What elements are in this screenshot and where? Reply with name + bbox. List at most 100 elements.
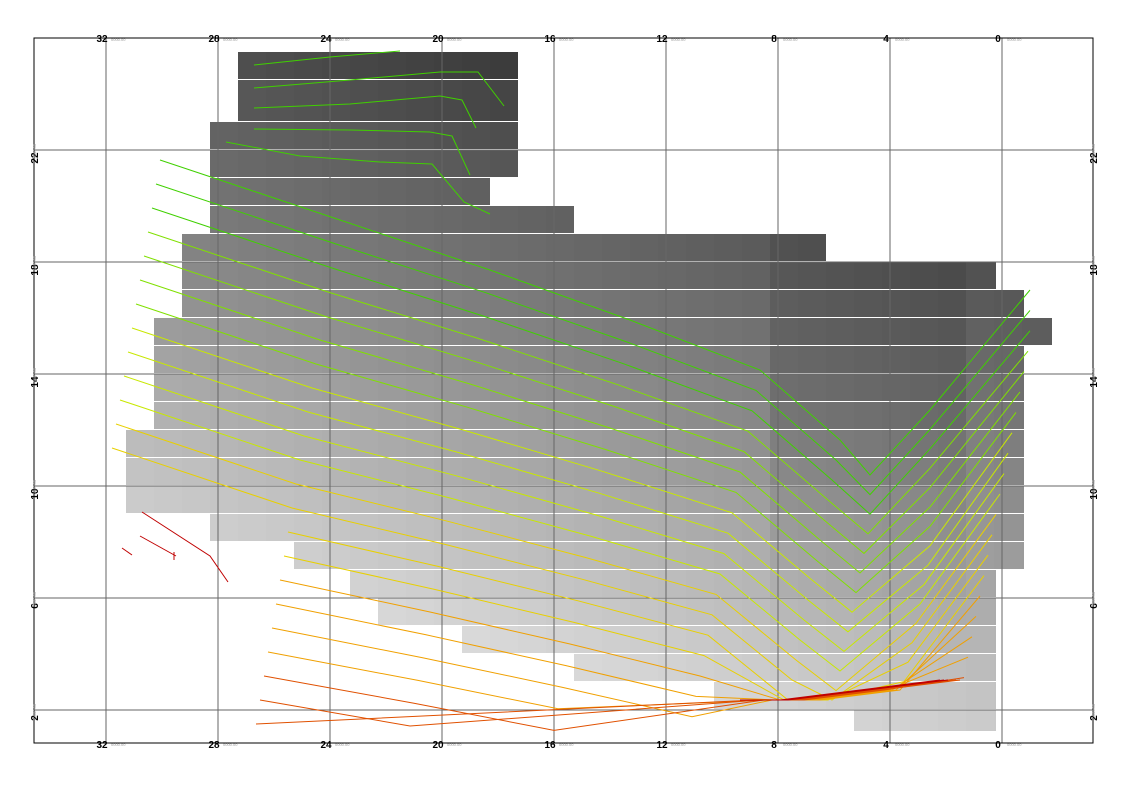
raster-cell [546, 374, 574, 401]
raster-cell [658, 626, 686, 653]
raster-cell [406, 262, 434, 289]
raster-cell [210, 346, 238, 373]
raster-cell [462, 542, 490, 569]
raster-cell [574, 290, 602, 317]
raster-cell [686, 430, 714, 457]
raster-cell [994, 290, 1022, 317]
raster-cell [434, 206, 462, 233]
raster-cell [826, 374, 854, 401]
raster-cell [266, 486, 294, 513]
raster-cell [770, 570, 798, 597]
raster-cell [182, 262, 210, 289]
raster-cell [434, 430, 462, 457]
x-tick-label-top: 20 [432, 34, 444, 45]
raster-cell [966, 458, 994, 485]
raster-cell [434, 52, 462, 79]
raster-cell [882, 514, 910, 541]
raster-cell [798, 486, 826, 513]
raster-cell [182, 346, 210, 373]
raster-cell [770, 346, 798, 373]
x-tick-label-top: 4 [883, 34, 889, 45]
raster-cell [686, 654, 714, 681]
raster-cell [490, 542, 518, 569]
y-tick-suffix-left: 0000.00 [32, 255, 37, 270]
raster-cell [266, 52, 294, 79]
raster-cell [938, 486, 966, 513]
x-tick-suffix-bottom: 0000.00 [783, 742, 798, 747]
raster-cell [798, 318, 826, 345]
raster-cell [910, 318, 938, 345]
raster-cell [882, 430, 910, 457]
raster-cell [910, 514, 938, 541]
raster-cell [686, 318, 714, 345]
raster-cell [434, 318, 462, 345]
x-tick-label-top: 16 [544, 34, 556, 45]
raster-cell [602, 318, 630, 345]
raster-cell [798, 430, 826, 457]
raster-cell [854, 514, 882, 541]
raster-cell [770, 262, 798, 289]
raster-cell [210, 318, 238, 345]
raster-cell [630, 430, 658, 457]
raster-cell [378, 178, 406, 205]
raster-cell [406, 458, 434, 485]
raster-cell [406, 206, 434, 233]
raster-cell [294, 346, 322, 373]
raster-cell [742, 290, 770, 317]
raster-cell [126, 486, 154, 513]
raster-cell [518, 458, 546, 485]
raster-cell [294, 178, 322, 205]
raster-cell [966, 402, 994, 429]
raster-cell [210, 514, 238, 541]
raster-cell [658, 570, 686, 597]
raster-cell [630, 654, 658, 681]
raster-cell [714, 262, 742, 289]
raster-cell [938, 346, 966, 373]
raster-cell [154, 486, 182, 513]
x-tick-label-top: 12 [656, 34, 668, 45]
raster-cell [574, 598, 602, 625]
raster-cell [266, 178, 294, 205]
x-tick-label-top: 0 [995, 34, 1001, 45]
raster-cell [406, 178, 434, 205]
raster-cell [826, 570, 854, 597]
raster-cell [406, 430, 434, 457]
raster-cell [770, 290, 798, 317]
raster-cell [294, 290, 322, 317]
raster-cell [490, 234, 518, 261]
raster-cell [602, 346, 630, 373]
raster-cell [630, 542, 658, 569]
x-tick-suffix-bottom: 0000.00 [335, 742, 350, 747]
raster-cell [574, 654, 602, 681]
raster-cell [994, 542, 1022, 569]
raster-cell [210, 430, 238, 457]
y-tick-suffix-right: 0000.00 [1091, 367, 1096, 382]
raster-cell [994, 654, 996, 681]
raster-cell [714, 654, 742, 681]
raster-cell [854, 570, 882, 597]
raster-cell [378, 122, 406, 149]
raster-cell [126, 430, 154, 457]
raster-cell [994, 430, 1022, 457]
raster-cell [854, 374, 882, 401]
raster-cell [1022, 486, 1024, 513]
raster-cell [658, 234, 686, 261]
raster-cell [434, 514, 462, 541]
raster-cell [1022, 318, 1050, 345]
raster-cell [294, 122, 322, 149]
y-tick-suffix-left: 0000.00 [32, 143, 37, 158]
raster-cell [434, 234, 462, 261]
raster-cell [1022, 290, 1024, 317]
raster-cell [434, 178, 462, 205]
raster-cell [182, 458, 210, 485]
raster-cell [462, 290, 490, 317]
x-tick-suffix-bottom: 0000.00 [559, 742, 574, 747]
raster-cell [742, 234, 770, 261]
raster-cell [462, 234, 490, 261]
raster-cell [518, 374, 546, 401]
raster-cell [546, 262, 574, 289]
raster-cell [602, 234, 630, 261]
x-tick-label-bottom: 4 [883, 740, 889, 751]
raster-cell [826, 654, 854, 681]
raster-cell [630, 514, 658, 541]
